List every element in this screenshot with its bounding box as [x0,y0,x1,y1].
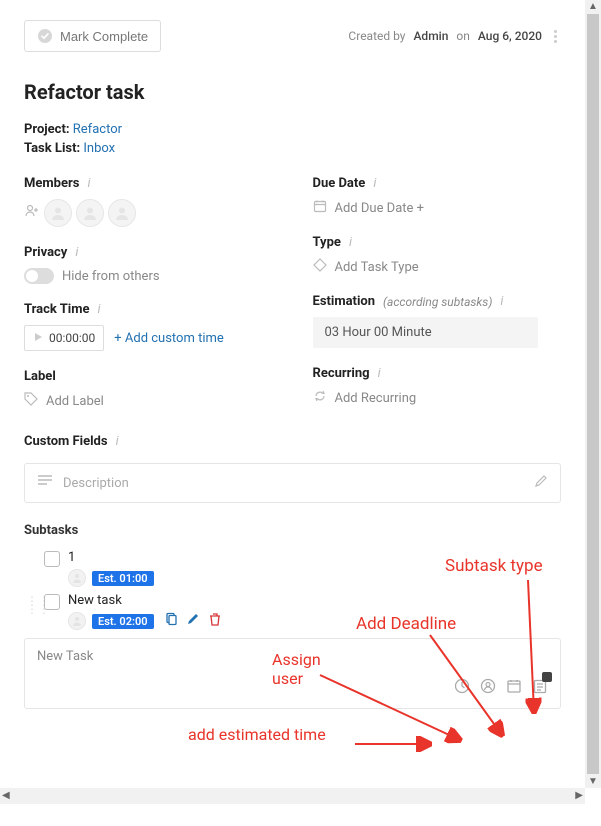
task-meta: Project: Refactor Task List: Inbox [24,122,561,156]
type-heading: Type [313,235,341,250]
member-avatar[interactable] [44,199,72,227]
privacy-toggle[interactable] [24,268,54,284]
info-icon[interactable]: i [116,434,119,449]
more-menu-button[interactable] [550,26,561,47]
add-deadline-icon[interactable] [506,678,522,698]
add-estimated-time-icon[interactable] [454,678,470,698]
add-label[interactable]: Add Label [24,392,273,410]
subtask-checkbox[interactable] [44,594,60,610]
created-by-text: Created by Admin on Aug 6, 2020 [348,26,561,47]
vertical-scrollbar[interactable]: ▲ ▼ [585,0,601,788]
track-time-heading: Track Time [24,302,90,317]
mark-complete-button[interactable]: Mark Complete [24,20,161,52]
info-icon[interactable]: i [75,245,78,260]
add-custom-time-link[interactable]: + Add custom time [114,331,224,346]
tasklist-link[interactable]: Inbox [83,141,115,156]
recurring-heading: Recurring [313,366,370,381]
estimate-badge: Est. 02:00 [92,614,154,629]
due-date-heading: Due Date [313,176,366,191]
delete-subtask-icon[interactable] [208,612,222,630]
assignee-avatar[interactable] [68,569,86,587]
subtask-title[interactable]: New task [68,593,561,608]
subtask-checkbox[interactable] [44,551,60,567]
info-icon[interactable]: i [378,366,381,381]
horizontal-scrollbar[interactable]: ◀ ▶ [0,788,585,804]
info-icon[interactable]: i [349,235,352,250]
custom-fields-heading: Custom Fields [24,434,108,449]
drag-handle-icon[interactable]: ⋮⋮⋮⋮ [26,593,36,613]
check-circle-icon [37,28,53,44]
estimation-value: 03 Hour 00 Minute [313,317,538,348]
info-icon[interactable]: i [98,302,101,317]
info-icon[interactable]: i [500,294,503,309]
add-due-date[interactable]: Add Due Date + [313,199,562,217]
member-avatar[interactable] [108,199,136,227]
mark-complete-label: Mark Complete [60,29,148,44]
estimation-heading: Estimation [313,294,376,309]
text-icon [37,474,53,492]
add-task-type[interactable]: Add Task Type [313,258,562,276]
add-recurring[interactable]: Add Recurring [313,389,562,407]
edit-subtask-icon[interactable] [186,612,200,630]
subtask-row: ⋮⋮ 1 Est. 01:00 [24,550,561,587]
subtask-type-icon[interactable] [532,678,548,698]
subtasks-heading: Subtasks [24,523,561,538]
add-member-icon[interactable] [24,203,40,223]
assign-user-icon[interactable] [480,678,496,698]
label-heading: Label [24,369,56,384]
description-input[interactable]: Description [24,463,561,503]
new-subtask-box: New Task [24,638,561,709]
estimate-badge: Est. 01:00 [92,571,154,586]
calendar-icon [313,199,327,217]
recurring-icon [313,389,327,407]
subtask-row: ⋮⋮⋮⋮ New task Est. 02:00 [24,593,561,630]
privacy-toggle-label: Hide from others [62,269,160,284]
new-subtask-input[interactable]: New Task [25,639,560,674]
task-title: Refactor task [24,80,561,104]
play-icon [33,331,43,345]
subtask-title[interactable]: 1 [68,550,561,565]
time-tracker[interactable]: 00:00:00 [24,325,104,351]
type-icon [313,258,327,276]
info-icon[interactable]: i [373,176,376,191]
member-avatar[interactable] [76,199,104,227]
copy-subtask-icon[interactable] [164,612,178,630]
info-icon[interactable]: i [87,176,90,191]
project-link[interactable]: Refactor [73,122,122,137]
tag-icon [24,392,38,410]
assignee-avatar[interactable] [68,612,86,630]
members-heading: Members [24,176,79,191]
privacy-heading: Privacy [24,245,67,260]
edit-description-icon[interactable] [534,474,548,492]
annotation-add-estimated: add estimated time [188,725,328,744]
